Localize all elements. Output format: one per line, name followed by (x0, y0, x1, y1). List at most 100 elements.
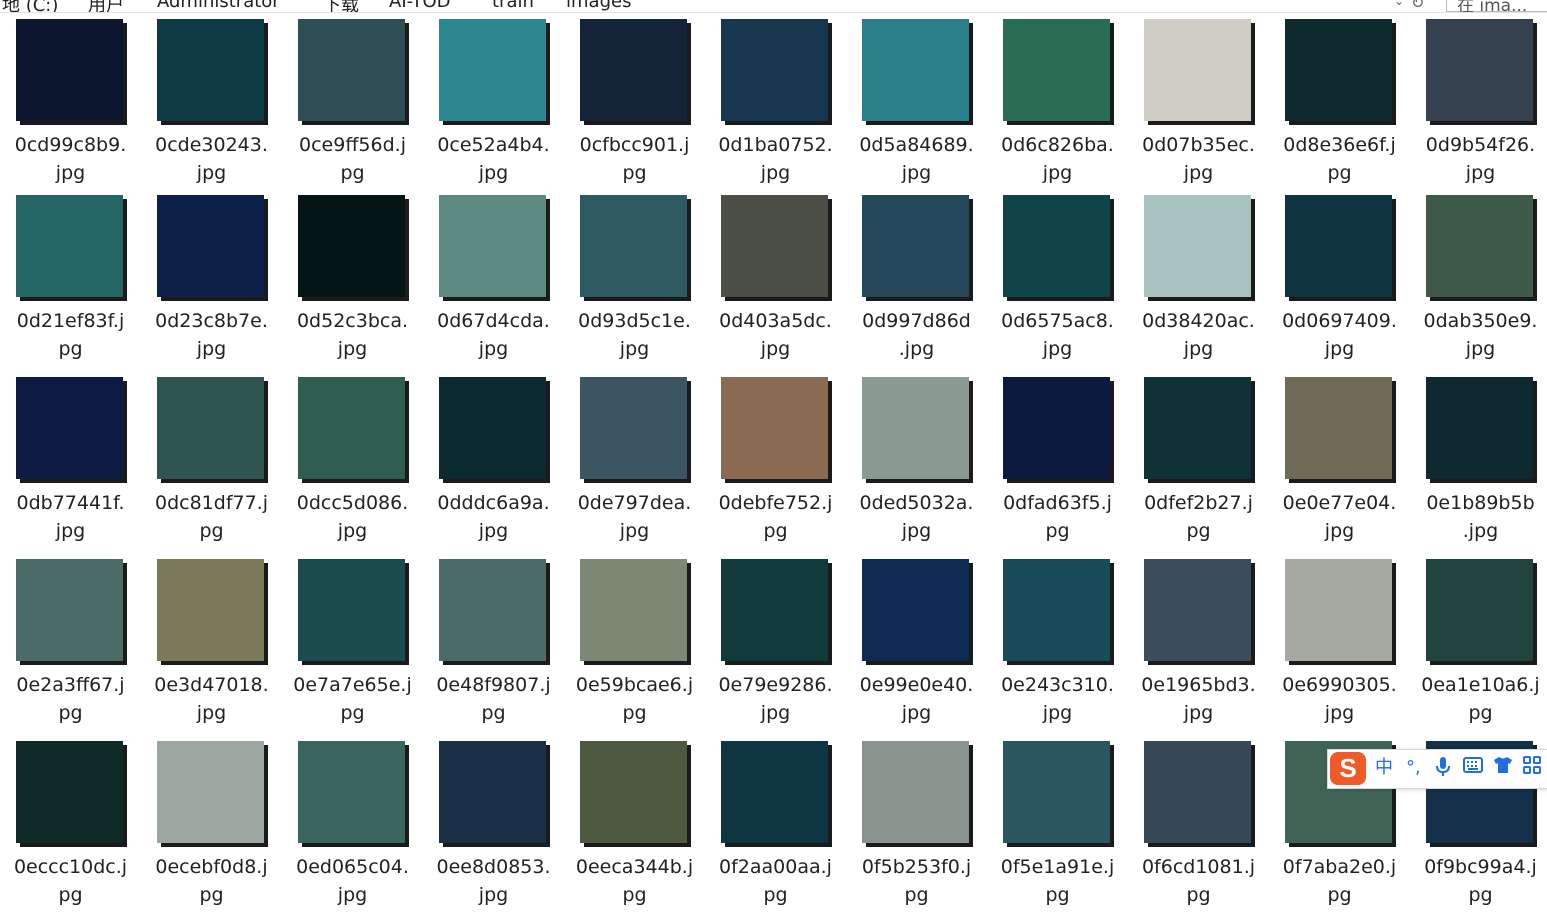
file-thumbnail[interactable] (721, 195, 828, 297)
sogou-logo-icon[interactable]: S (1330, 752, 1366, 785)
file-thumbnail[interactable] (16, 741, 123, 843)
file-thumbnail[interactable] (439, 377, 546, 479)
file-thumbnail[interactable] (157, 195, 264, 297)
shirt-icon[interactable] (1493, 756, 1513, 781)
file-thumbnail[interactable] (1285, 559, 1392, 661)
file-thumbnail[interactable] (721, 377, 828, 479)
file-item[interactable]: 0e79e9286. jpg (705, 559, 846, 734)
file-thumbnail[interactable] (1003, 741, 1110, 843)
file-item[interactable]: 0d997d86d .jpg (846, 195, 987, 370)
file-item[interactable]: 0ce52a4b4. jpg (423, 19, 564, 194)
file-item[interactable]: 0ded5032a. jpg (846, 377, 987, 552)
file-thumbnail[interactable] (1426, 559, 1533, 661)
file-thumbnail[interactable] (1426, 377, 1533, 479)
file-item[interactable]: 0e59bcae6.j pg (564, 559, 705, 734)
file-thumbnail[interactable] (1144, 195, 1251, 297)
file-thumbnail[interactable] (16, 19, 123, 121)
file-item[interactable]: 0dc81df77.j pg (141, 377, 282, 552)
file-item[interactable]: 0e7a7e65e.j pg (282, 559, 423, 734)
ime-toolbar[interactable]: S 中 °, (1327, 749, 1547, 789)
file-thumbnail[interactable] (580, 559, 687, 661)
file-item[interactable]: 0eccc10dc.j pg (0, 741, 141, 916)
file-thumbnail[interactable] (1144, 377, 1251, 479)
file-thumbnail[interactable] (298, 741, 405, 843)
file-item[interactable]: 0e6990305. jpg (1269, 559, 1410, 734)
file-thumbnail[interactable] (1003, 559, 1110, 661)
file-thumbnail[interactable] (16, 559, 123, 661)
file-item[interactable]: 0d38420ac. jpg (1128, 195, 1269, 370)
file-thumbnail[interactable] (1003, 19, 1110, 121)
file-item[interactable]: 0e99e0e40. jpg (846, 559, 987, 734)
file-item[interactable]: 0e2a3ff67.j pg (0, 559, 141, 734)
ime-punctuation-toggle[interactable]: °, (1406, 756, 1421, 780)
file-thumbnail[interactable] (1426, 19, 1533, 121)
file-item[interactable]: 0f6cd1081.j pg (1128, 741, 1269, 916)
file-thumbnail[interactable] (157, 741, 264, 843)
file-item[interactable]: 0f2aa00aa.j pg (705, 741, 846, 916)
file-item[interactable]: 0de797dea. jpg (564, 377, 705, 552)
file-item[interactable]: 0debfe752.j pg (705, 377, 846, 552)
file-thumbnail[interactable] (1285, 195, 1392, 297)
file-item[interactable]: 0d67d4cda. jpg (423, 195, 564, 370)
file-item[interactable]: 0e0e77e04. jpg (1269, 377, 1410, 552)
file-thumbnail[interactable] (862, 195, 969, 297)
file-thumbnail[interactable] (1285, 19, 1392, 121)
file-item[interactable]: 0dfad63f5.j pg (987, 377, 1128, 552)
file-thumbnail[interactable] (862, 377, 969, 479)
file-thumbnail[interactable] (298, 377, 405, 479)
file-item[interactable]: 0d8e36e6f.j pg (1269, 19, 1410, 194)
file-thumbnail[interactable] (1285, 377, 1392, 479)
file-item[interactable]: 0ee8d0853. jpg (423, 741, 564, 916)
file-item[interactable]: 0ce9ff56d.j pg (282, 19, 423, 194)
file-thumbnail[interactable] (1144, 741, 1251, 843)
file-item[interactable]: 0cfbcc901.j pg (564, 19, 705, 194)
file-item[interactable]: 0db77441f. jpg (0, 377, 141, 552)
file-item[interactable]: 0d6575ac8. jpg (987, 195, 1128, 370)
file-thumbnail[interactable] (157, 19, 264, 121)
file-item[interactable]: 0d9b54f26. jpg (1410, 19, 1547, 194)
file-thumbnail[interactable] (16, 377, 123, 479)
file-item[interactable]: 0d07b35ec. jpg (1128, 19, 1269, 194)
file-thumbnail[interactable] (862, 19, 969, 121)
file-item[interactable]: 0cd99c8b9. jpg (0, 19, 141, 194)
file-thumbnail[interactable] (1144, 19, 1251, 121)
file-thumbnail[interactable] (862, 741, 969, 843)
file-item[interactable]: 0dcc5d086. jpg (282, 377, 423, 552)
file-thumbnail[interactable] (580, 195, 687, 297)
file-thumbnail[interactable] (439, 19, 546, 121)
file-thumbnail[interactable] (439, 741, 546, 843)
file-thumbnail[interactable] (721, 741, 828, 843)
ime-language-toggle[interactable]: 中 (1375, 756, 1393, 780)
file-item[interactable]: 0d1ba0752. jpg (705, 19, 846, 194)
file-item[interactable]: 0d0697409. jpg (1269, 195, 1410, 370)
file-thumbnail[interactable] (721, 559, 828, 661)
keyboard-icon[interactable] (1463, 756, 1483, 781)
file-thumbnail[interactable] (1426, 195, 1533, 297)
file-thumbnail[interactable] (862, 559, 969, 661)
file-item[interactable]: 0dfef2b27.j pg (1128, 377, 1269, 552)
file-item[interactable]: 0eeca344b.j pg (564, 741, 705, 916)
file-item[interactable]: 0f5b253f0.j pg (846, 741, 987, 916)
file-thumbnail[interactable] (1003, 195, 1110, 297)
file-thumbnail[interactable] (580, 19, 687, 121)
file-item[interactable]: 0d5a84689. jpg (846, 19, 987, 194)
file-thumbnail[interactable] (157, 377, 264, 479)
file-item[interactable]: 0e3d47018. jpg (141, 559, 282, 734)
grid-icon[interactable] (1523, 756, 1541, 781)
file-thumbnail[interactable] (298, 195, 405, 297)
file-thumbnail[interactable] (298, 559, 405, 661)
file-thumbnail[interactable] (298, 19, 405, 121)
file-item[interactable]: 0d93d5c1e. jpg (564, 195, 705, 370)
file-item[interactable]: 0ea1e10a6.j pg (1410, 559, 1547, 734)
file-item[interactable]: 0f5e1a91e.j pg (987, 741, 1128, 916)
microphone-icon[interactable] (1435, 756, 1451, 785)
file-item[interactable]: 0dab350e9. jpg (1410, 195, 1547, 370)
file-item[interactable]: 0e48f9807.j pg (423, 559, 564, 734)
file-item[interactable]: 0d403a5dc. jpg (705, 195, 846, 370)
file-thumbnail[interactable] (1144, 559, 1251, 661)
file-thumbnail[interactable] (16, 195, 123, 297)
file-item[interactable]: 0e1b89b5b .jpg (1410, 377, 1547, 552)
file-thumbnail[interactable] (439, 195, 546, 297)
file-thumbnail[interactable] (439, 559, 546, 661)
file-thumbnail[interactable] (1003, 377, 1110, 479)
